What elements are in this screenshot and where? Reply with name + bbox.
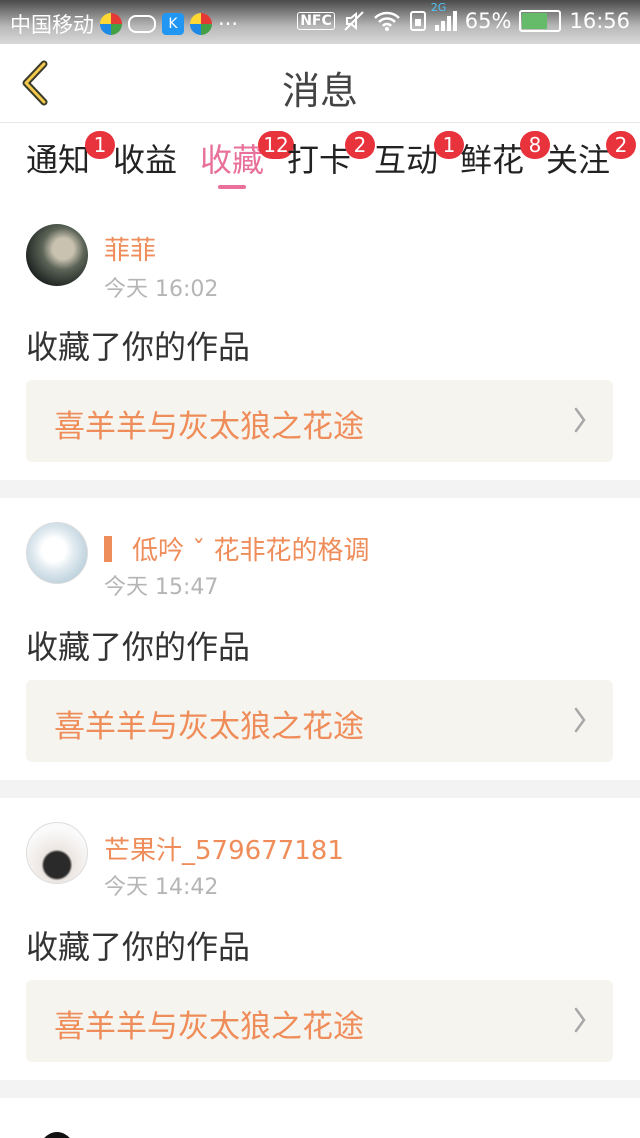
username[interactable]: 低吟 ˇ 花非花的格调 <box>104 530 370 567</box>
penguin-avatar-icon <box>44 1132 70 1138</box>
username[interactable]: 菲菲 <box>104 230 156 267</box>
tab-label: 互动 <box>374 141 439 179</box>
page-title: 消息 <box>281 69 358 113</box>
divider <box>0 780 640 798</box>
work-link[interactable]: 喜羊羊与灰太狼之花途 <box>26 680 613 762</box>
timestamp: 今天 16:02 <box>104 277 219 302</box>
work-title: 喜羊羊与灰太狼之花途 <box>54 409 364 445</box>
chevron-right-icon <box>574 407 586 433</box>
message-card: 菲菲 今天 16:02 收藏了你的作品 喜羊羊与灰太狼之花途 <box>0 196 640 480</box>
sim-icon <box>409 11 426 31</box>
tab-label: 关注 <box>546 141 611 179</box>
tab-earnings[interactable]: 收益 1 <box>85 131 178 181</box>
clock: 16:56 <box>569 9 630 33</box>
tab-label: 收益 <box>113 141 178 179</box>
tab-label: 打卡 <box>287 141 352 179</box>
signal-icon <box>434 11 457 31</box>
tab-flowers[interactable]: 鲜花 8 <box>460 131 550 181</box>
tab-label: 鲜花 <box>460 141 525 179</box>
avatar[interactable] <box>26 1124 88 1138</box>
tab-label: 收藏 <box>200 141 265 179</box>
tab-follows[interactable]: 关注 2 <box>546 131 636 181</box>
active-tab-indicator <box>218 185 247 189</box>
action-text: 收藏了你的作品 <box>26 328 251 366</box>
avatar[interactable] <box>26 224 88 286</box>
app-notification-icon-2 <box>190 13 212 35</box>
tab-interaction[interactable]: 互动 1 <box>374 131 464 181</box>
action-text: 收藏了你的作品 <box>26 928 251 966</box>
wifi-icon <box>373 11 400 31</box>
k-app-icon: K <box>162 13 184 35</box>
avatar[interactable] <box>26 822 88 884</box>
username[interactable]: 芒果汁_579677181 <box>104 830 344 867</box>
timestamp: 今天 15:47 <box>104 575 219 600</box>
network-type: 2G <box>430 1 447 14</box>
tab-notifications[interactable]: 通知 <box>26 135 90 181</box>
username-text: 低吟 ˇ 花非花的格调 <box>132 536 370 566</box>
tab-checkin[interactable]: 打卡 2 <box>287 131 375 181</box>
status-bar: 中国移动 K ··· NFC 2G 65% 16:56 <box>0 0 640 44</box>
work-title: 喜羊羊与灰太狼之花途 <box>54 709 364 745</box>
battery-icon <box>519 10 562 32</box>
avatar[interactable] <box>26 522 88 584</box>
name-marker <box>104 536 112 562</box>
app-notification-icon <box>100 13 122 35</box>
timestamp: 今天 14:42 <box>104 875 219 900</box>
work-link[interactable]: 喜羊羊与灰太狼之花途 <box>26 380 613 462</box>
unread-badge: 2 <box>345 131 375 159</box>
battery-percent: 65% <box>464 9 512 33</box>
tab-label: 通知 <box>26 141 91 179</box>
more-notifications-icon: ··· <box>218 12 239 36</box>
message-card: 芒果汁_579677181 今天 14:42 收藏了你的作品 喜羊羊与灰太狼之花… <box>0 798 640 1080</box>
work-title: 喜羊羊与灰太狼之花途 <box>54 1009 364 1045</box>
tab-favorites[interactable]: 收藏 12 <box>200 131 294 189</box>
unread-badge: 2 <box>606 131 636 159</box>
message-card: 低吟 ˇ 花非花的格调 今天 15:47 收藏了你的作品 喜羊羊与灰太狼之花途 <box>0 498 640 780</box>
unread-badge: 1 <box>85 131 115 159</box>
work-link[interactable]: 喜羊羊与灰太狼之花途 <box>26 980 613 1062</box>
cloud-icon <box>128 15 156 33</box>
tab-bar: 通知 收益 1 收藏 12 打卡 2 互动 1 鲜花 8 关注 2 <box>0 123 640 193</box>
chevron-right-icon <box>574 1007 586 1033</box>
mute-icon <box>344 11 364 31</box>
divider <box>0 1080 640 1098</box>
divider <box>0 480 640 498</box>
message-card-partial <box>0 1098 640 1138</box>
nfc-icon: NFC <box>297 12 335 30</box>
header-bar: 消息 <box>0 44 640 123</box>
carrier-label: 中国移动 <box>10 13 94 37</box>
action-text: 收藏了你的作品 <box>26 628 251 666</box>
chevron-right-icon <box>574 707 586 733</box>
